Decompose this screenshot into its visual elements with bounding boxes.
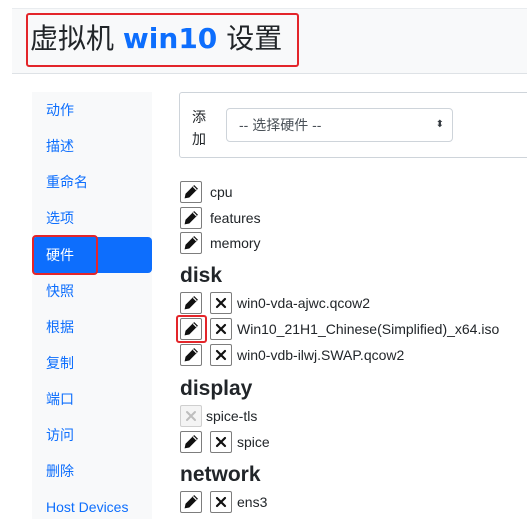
pencil-icon: [184, 348, 198, 362]
section-heading-disk: disk: [180, 264, 223, 287]
delete-disk-button[interactable]: [210, 292, 232, 314]
page-title: 虚拟机 win10 设置: [30, 21, 282, 57]
hardware-label: features: [210, 210, 261, 226]
vm-name: win10: [122, 22, 218, 55]
disk-label: Win10_21H1_Chinese(Simplified)_x64.iso: [237, 321, 500, 337]
sidebar-item-snapshots[interactable]: 快照: [32, 273, 152, 309]
sidebar-item-clone[interactable]: 复制: [32, 345, 152, 381]
add-hardware-label: 添加: [192, 109, 206, 147]
sidebar-item-description[interactable]: 描述: [32, 128, 152, 164]
settings-sidebar: 动作 描述 重命名 选项 硬件 快照 根据 复制 端口 访问 删除 Host D…: [32, 92, 152, 519]
edit-display-button[interactable]: [180, 431, 202, 453]
edit-cpu-button[interactable]: [180, 181, 202, 203]
select-caret-icon: ⬍: [435, 119, 444, 130]
sidebar-item-based-on[interactable]: 根据: [32, 309, 152, 345]
close-icon: [215, 496, 227, 508]
edit-network-button[interactable]: [180, 491, 202, 513]
hardware-label: cpu: [210, 184, 233, 200]
close-icon: [215, 349, 227, 361]
delete-disk-button[interactable]: [210, 318, 232, 340]
delete-display-button-disabled: [180, 405, 202, 427]
pencil-icon: [184, 185, 198, 199]
add-hardware-panel: 添加 -- 选择硬件 -- ⬍: [179, 92, 527, 158]
hardware-type-select-value: -- 选择硬件 --: [239, 117, 322, 133]
delete-disk-button[interactable]: [210, 344, 232, 366]
pencil-icon: [184, 495, 198, 509]
pencil-icon: [184, 296, 198, 310]
sidebar-item-options[interactable]: 选项: [32, 200, 152, 236]
page-title-suffix: 设置: [226, 22, 283, 55]
sidebar-item-ports[interactable]: 端口: [32, 381, 152, 417]
display-label: spice: [237, 434, 270, 450]
pencil-icon: [184, 211, 198, 225]
close-icon: [215, 436, 227, 448]
edit-disk-button[interactable]: [180, 344, 202, 366]
sidebar-item-actions[interactable]: 动作: [32, 92, 152, 128]
vm-settings-page: 虚拟机 win10 设置 动作 描述 重命名 选项 硬件 快照 根据 复制 端口…: [0, 0, 527, 519]
sidebar-item-delete[interactable]: 删除: [32, 453, 152, 489]
section-heading-network: network: [180, 463, 261, 486]
hardware-type-select[interactable]: -- 选择硬件 -- ⬍: [226, 108, 453, 142]
delete-network-button[interactable]: [210, 491, 232, 513]
sidebar-item-access[interactable]: 访问: [32, 417, 152, 453]
close-icon: [215, 297, 227, 309]
display-label: spice-tls: [206, 408, 258, 424]
sidebar-item-host-devices[interactable]: Host Devices: [32, 489, 152, 519]
edit-disk-button[interactable]: [180, 292, 202, 314]
section-heading-display: display: [180, 377, 253, 400]
hardware-label: memory: [210, 235, 261, 251]
edit-button-highlight-box: [176, 315, 207, 343]
pencil-icon: [184, 435, 198, 449]
edit-memory-button[interactable]: [180, 232, 202, 254]
page-title-prefix: 虚拟机: [30, 22, 115, 55]
disk-label: win0-vda-ajwc.qcow2: [237, 295, 371, 311]
active-item-highlight-box: [32, 235, 98, 275]
close-icon: [186, 411, 196, 421]
close-icon: [215, 323, 227, 335]
sidebar-item-rename[interactable]: 重命名: [32, 164, 152, 200]
pencil-icon: [184, 236, 198, 250]
network-label: ens3: [237, 494, 268, 510]
edit-features-button[interactable]: [180, 207, 202, 229]
delete-display-button[interactable]: [210, 431, 232, 453]
disk-label: win0-vdb-ilwj.SWAP.qcow2: [237, 347, 405, 363]
